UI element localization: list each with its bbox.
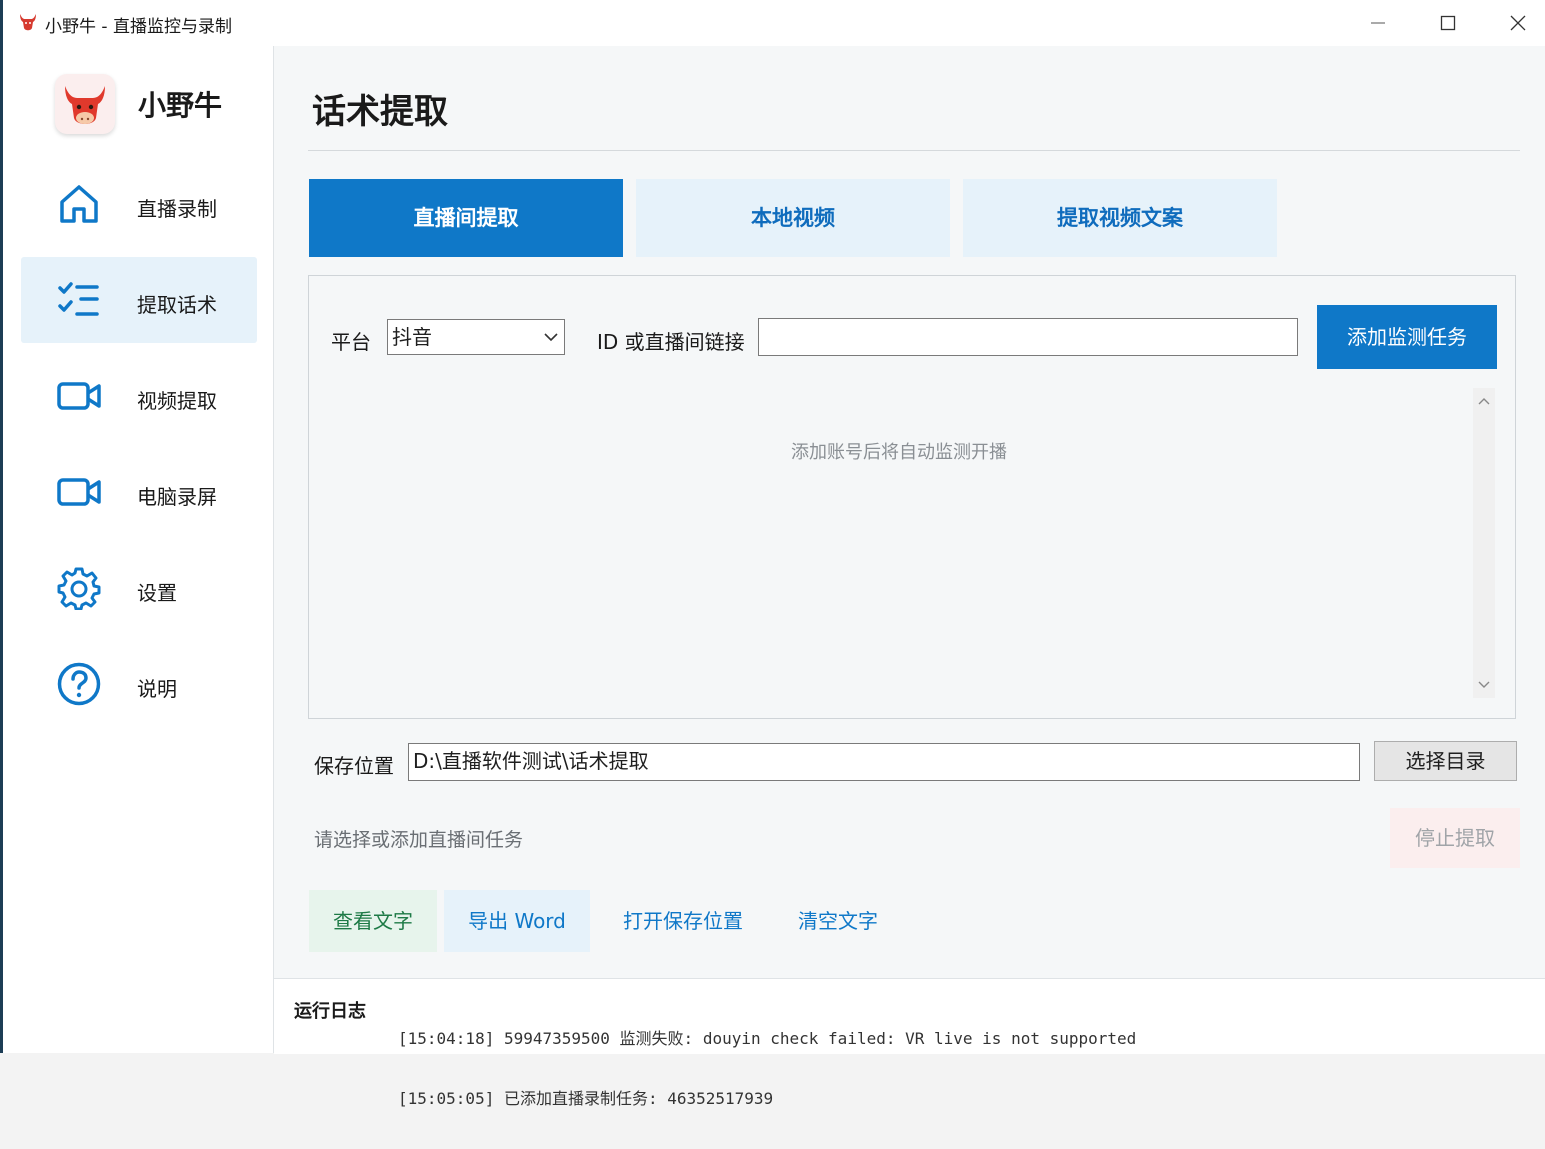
gear-icon	[57, 567, 101, 610]
id-label: ID 或直播间链接	[597, 330, 745, 354]
sidebar-item-live-recording[interactable]: 直播录制	[21, 161, 257, 247]
video-camera-icon	[57, 478, 101, 506]
main-content: 话术提取 直播间提取 本地视频 提取视频文案 平台 抖音 ID 或直播间链接 添…	[274, 46, 1545, 1108]
sidebar-item-settings[interactable]: 设置	[21, 545, 257, 631]
platform-label: 平台	[331, 330, 371, 354]
home-icon	[60, 185, 98, 223]
sidebar-item-screen-record[interactable]: 电脑录屏	[21, 449, 257, 535]
save-location-label: 保存位置	[314, 754, 394, 778]
sidebar-item-label: 直播录制	[137, 197, 217, 221]
sidebar-item-label: 电脑录屏	[137, 485, 217, 509]
sidebar-item-help[interactable]: 说明	[21, 641, 257, 727]
platform-select[interactable]: 抖音	[387, 319, 565, 355]
sidebar-item-label: 视频提取	[137, 389, 217, 413]
divider	[308, 150, 1520, 151]
log-label: 运行日志	[294, 1001, 366, 1022]
task-panel: 平台 抖音 ID 或直播间链接 添加监测任务 添加账号后将自动监测开播	[308, 275, 1516, 719]
choose-directory-button[interactable]: 选择目录	[1374, 741, 1517, 781]
log-panel: 运行日志 [15:04:18] 59947359500 监测失败: douyin…	[274, 978, 1545, 1108]
scroll-up-icon[interactable]	[1478, 396, 1490, 406]
log-line: [15:04:18] 59947359500 监测失败: douyin chec…	[398, 1029, 1137, 1048]
sidebar-item-label: 提取话术	[137, 293, 217, 317]
chevron-down-icon	[544, 333, 558, 342]
log-line: [15:05:05] 已添加直播录制任务: 46352517939	[398, 1089, 774, 1108]
sidebar-item-video-extract[interactable]: 视频提取	[21, 353, 257, 439]
app-logo	[55, 74, 115, 134]
tab-local-video[interactable]: 本地视频	[636, 179, 950, 257]
brand-name: 小野牛	[138, 89, 223, 122]
close-button[interactable]	[1483, 0, 1545, 46]
stop-extract-button[interactable]: 停止提取	[1390, 808, 1520, 868]
bull-logo-icon	[65, 86, 105, 124]
add-monitor-task-button[interactable]: 添加监测任务	[1317, 305, 1497, 369]
empty-list-hint: 添加账号后将自动监测开播	[791, 442, 1007, 463]
title-bar: 小野牛 - 直播监控与录制	[3, 0, 1545, 46]
clear-text-button[interactable]: 清空文字	[774, 890, 902, 952]
status-text: 请选择或添加直播间任务	[314, 829, 524, 851]
help-icon	[57, 662, 101, 706]
checklist-icon	[58, 282, 99, 316]
sidebar-item-label: 设置	[137, 581, 177, 605]
tab-live-room-extract[interactable]: 直播间提取	[309, 179, 623, 257]
video-camera-icon	[57, 382, 101, 410]
minimize-icon	[1371, 22, 1385, 24]
platform-select-value: 抖音	[392, 325, 432, 349]
page-title: 话术提取	[312, 92, 448, 132]
id-input[interactable]	[758, 318, 1298, 356]
minimize-button[interactable]	[1343, 0, 1413, 46]
sidebar-item-label: 说明	[137, 677, 177, 701]
window-title: 小野牛 - 直播监控与录制	[45, 17, 232, 37]
save-path-input[interactable]: D:\直播软件测试\话术提取	[408, 743, 1360, 781]
scroll-down-icon[interactable]	[1478, 680, 1490, 690]
view-text-button[interactable]: 查看文字	[309, 890, 437, 952]
sidebar-item-script-extract[interactable]: 提取话术	[21, 257, 257, 343]
log-lines: [15:04:18] 59947359500 监测失败: douyin chec…	[398, 989, 1136, 1149]
list-scrollbar[interactable]	[1473, 388, 1495, 698]
export-word-button[interactable]: 导出 Word	[444, 890, 590, 952]
sidebar: 小野牛 直播录制 提取话术 视频提取 电脑录屏 设置 说明	[3, 46, 274, 1053]
bull-logo-icon	[20, 14, 36, 31]
close-icon	[1510, 15, 1526, 31]
maximize-icon	[1440, 15, 1456, 31]
maximize-button[interactable]	[1413, 0, 1483, 46]
open-save-location-button[interactable]: 打开保存位置	[608, 890, 758, 952]
app-window: 小野牛 - 直播监控与录制 小野牛 直播录制 提取话术 视频提取 电脑录屏 设置…	[0, 0, 1545, 1108]
tab-video-copy-extract[interactable]: 提取视频文案	[963, 179, 1277, 257]
